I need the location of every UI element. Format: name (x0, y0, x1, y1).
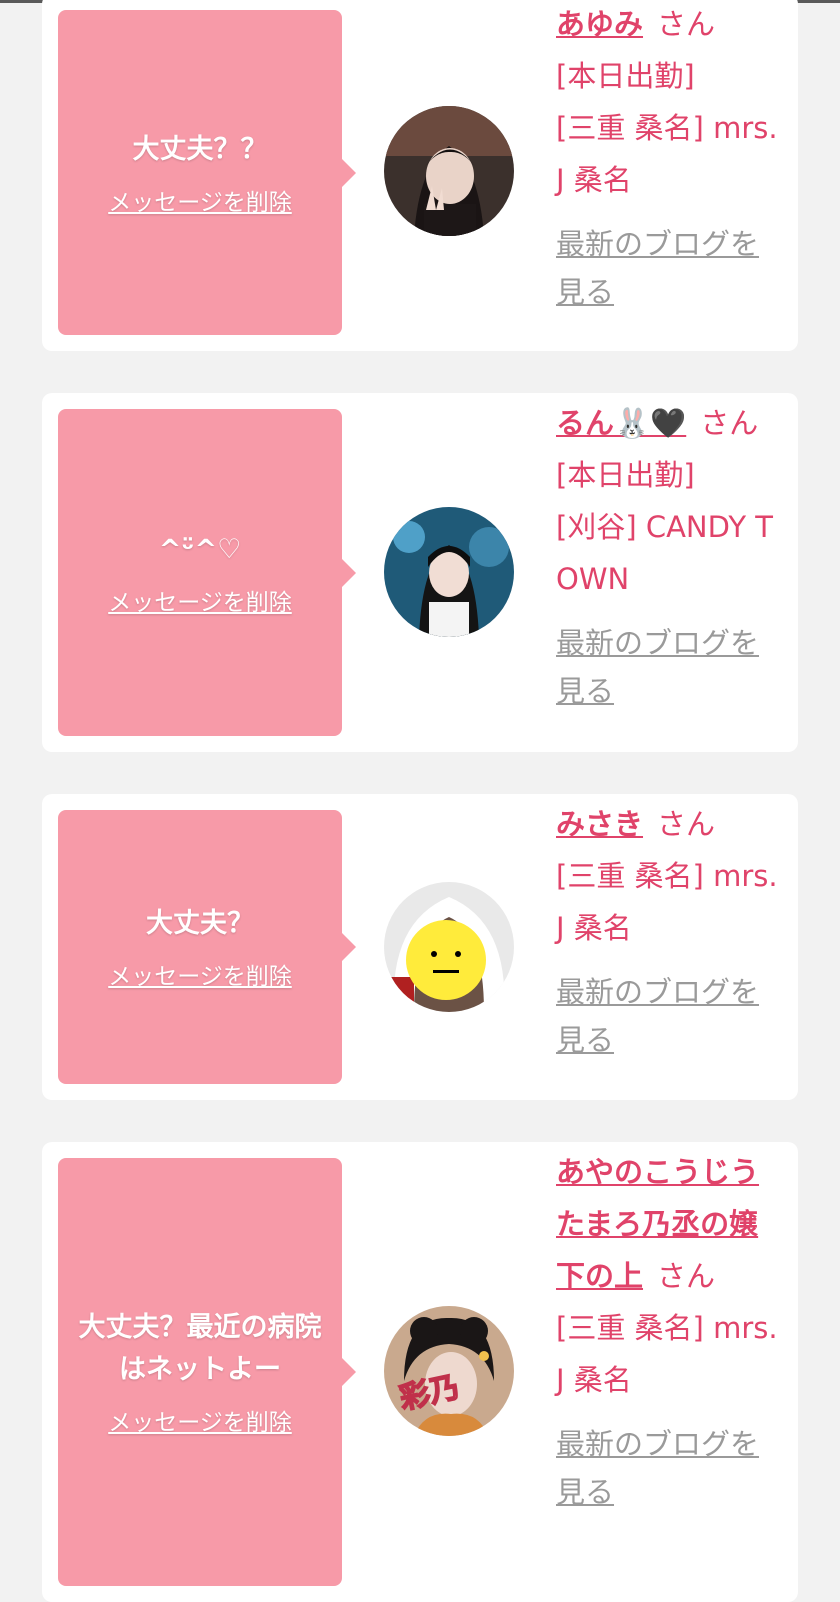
avatar[interactable] (384, 507, 514, 637)
message-text: 大丈夫？？ (132, 133, 268, 165)
profile-name-link[interactable]: みさき (556, 807, 643, 841)
message-bubble: 大丈夫？最近の病院はネットよー メッセージを削除 (58, 1158, 342, 1586)
profile-info: あゆみ さん [本日出勤] [三重 桑名] mrs.J 桑名 最新のブログを見る (556, 0, 782, 316)
latest-blog-link[interactable]: 最新のブログを見る (556, 968, 782, 1064)
latest-blog-link[interactable]: 最新のブログを見る (556, 619, 782, 715)
message-text: ^ᵕ̈^♡ (158, 533, 242, 565)
avatar[interactable] (384, 882, 514, 1012)
latest-blog-link[interactable]: 最新のブログを見る (556, 220, 782, 316)
work-status: [本日出勤] (556, 59, 695, 93)
message-card: ^ᵕ̈^♡ メッセージを削除 るん🐰🖤 さん[本日出勤] [刈谷] CANDY T… (42, 393, 798, 752)
message-bubble: 大丈夫？？ メッセージを削除 (58, 10, 342, 335)
honorific: さん (657, 7, 716, 41)
honorific: さん (700, 406, 759, 440)
honorific: さん (657, 807, 716, 841)
latest-blog-link[interactable]: 最新のブログを見る (556, 1420, 782, 1516)
profile-info: みさき さん [三重 桑名] mrs.J 桑名 最新のブログを見る (556, 798, 782, 1064)
shop-name: [刈谷] CANDY TOWN (556, 510, 774, 596)
work-status: [本日出勤] (556, 458, 695, 492)
message-bubble: ^ᵕ̈^♡ メッセージを削除 (58, 409, 342, 736)
profile-info: あやのこうじうたまろ乃丞の嬢下の上 さん [三重 桑名] mrs.J 桑名 最新の… (556, 1146, 782, 1516)
shop-name: [三重 桑名] mrs.J 桑名 (556, 859, 778, 945)
shop-name: [三重 桑名] mrs.J 桑名 (556, 1311, 778, 1397)
message-card: 大丈夫？最近の病院はネットよー メッセージを削除 彩乃 あやのこうじうたまろ乃丞… (42, 1142, 798, 1602)
message-text: 大丈夫？ (146, 908, 254, 939)
message-card: 大丈夫？ メッセージを削除 みさき さん [三重 桑名] mrs.J 桑名 最新の… (42, 794, 798, 1100)
avatar[interactable]: 彩乃 (384, 1306, 514, 1436)
shop-name: [三重 桑名] mrs.J 桑名 (556, 111, 778, 197)
avatar[interactable] (384, 106, 514, 236)
message-card: 大丈夫？？ メッセージを削除 あゆみ さん [本日出勤] [三重 桑名] mrs.… (42, 0, 798, 351)
profile-info: るん🐰🖤 さん[本日出勤] [刈谷] CANDY TOWN 最新のブログを見る (556, 397, 782, 715)
delete-message-link[interactable]: メッセージを削除 (108, 957, 292, 991)
delete-message-link[interactable]: メッセージを削除 (108, 583, 292, 617)
message-text: 大丈夫？最近の病院はネットよー (78, 1312, 322, 1385)
profile-name-link[interactable]: るん🐰🖤 (556, 406, 686, 440)
profile-name-link[interactable]: あゆみ (556, 7, 643, 41)
honorific: さん (657, 1259, 716, 1293)
delete-message-link[interactable]: メッセージを削除 (108, 1403, 292, 1437)
message-bubble: 大丈夫？ メッセージを削除 (58, 810, 342, 1084)
delete-message-link[interactable]: メッセージを削除 (108, 183, 292, 217)
